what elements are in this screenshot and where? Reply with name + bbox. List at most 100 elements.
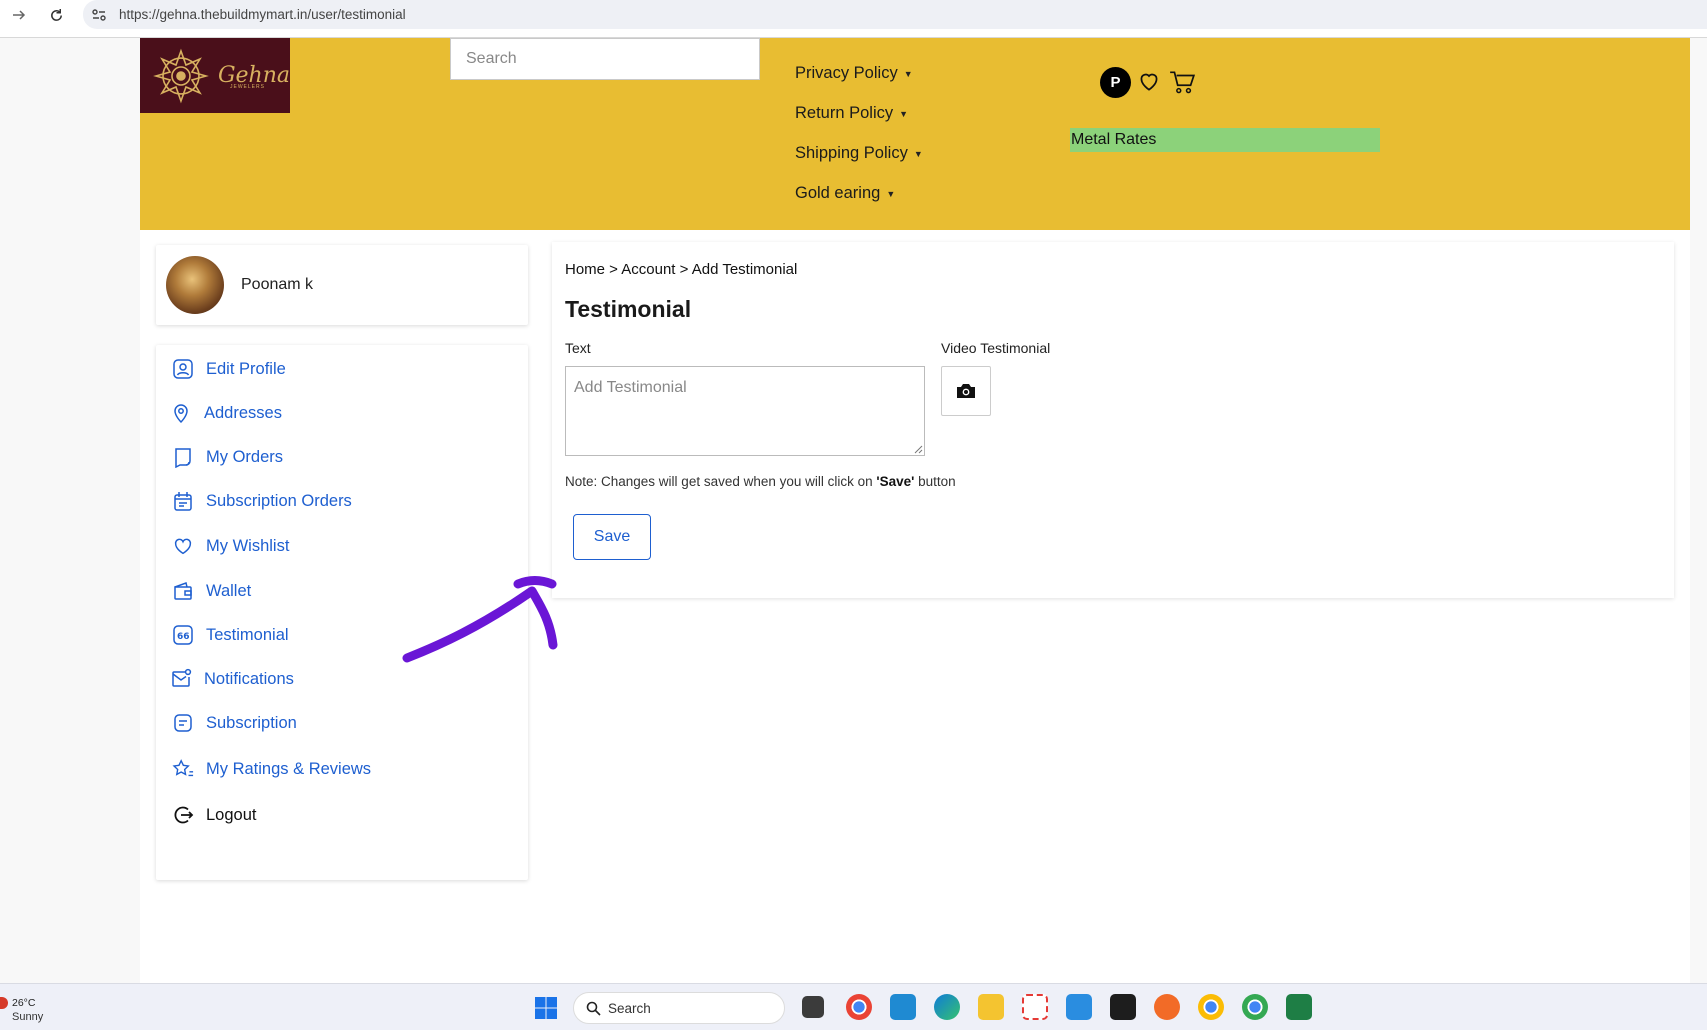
note-suffix: button — [914, 474, 956, 489]
svg-text:66: 66 — [177, 632, 190, 642]
quote-icon: 66 — [172, 624, 194, 646]
video-upload-button[interactable] — [941, 366, 991, 416]
sidebar-item-logout[interactable]: Logout — [172, 804, 256, 826]
wishlist-heart-icon[interactable] — [1136, 68, 1164, 96]
notepad-icon[interactable] — [1066, 994, 1092, 1020]
caret-down-icon: ▼ — [886, 188, 896, 199]
site-header — [140, 38, 1690, 230]
chrome-icon-3[interactable] — [1242, 994, 1268, 1020]
testimonial-textarea[interactable] — [565, 366, 925, 456]
weather-widget[interactable]: 26°C Sunny — [0, 992, 60, 1024]
arrow-annotation — [402, 576, 558, 663]
sidebar-item-addresses[interactable]: Addresses — [170, 402, 282, 424]
menu-gold-earing[interactable]: Gold earing ▼ — [795, 184, 895, 203]
page-margin-left — [0, 38, 140, 983]
excel-icon[interactable] — [1286, 994, 1312, 1020]
sidebar-item-label: Addresses — [204, 403, 282, 422]
page-title: Testimonial — [565, 296, 692, 322]
note-prefix: Note: Changes will get saved when you wi… — [565, 474, 877, 489]
task-view-icon[interactable] — [802, 996, 824, 1018]
cart-icon[interactable] — [1168, 68, 1196, 96]
menu-return-policy[interactable]: Return Policy ▼ — [795, 104, 908, 123]
chrome-icon-2[interactable] — [1198, 994, 1224, 1020]
vscode-icon[interactable] — [890, 994, 916, 1020]
save-button[interactable]: Save — [573, 514, 651, 560]
camera-icon — [957, 384, 975, 398]
metal-rates-link[interactable]: Metal Rates — [1070, 128, 1380, 152]
sidebar-item-label: Notifications — [204, 669, 294, 688]
sidebar-item-label: Edit Profile — [206, 359, 286, 378]
windows-start-icon[interactable] — [534, 996, 558, 1020]
header-search[interactable] — [450, 38, 760, 80]
sidebar-item-label: Subscription — [206, 713, 297, 732]
user-avatar[interactable]: P — [1100, 67, 1131, 98]
logo-subtext: JEWELERS — [230, 84, 265, 90]
weather-alert-badge — [0, 997, 8, 1009]
file-explorer-icon[interactable] — [978, 994, 1004, 1020]
user-icon — [172, 358, 194, 380]
sidebar-item-my-orders[interactable]: My Orders — [172, 446, 283, 468]
calendar-icon — [172, 490, 194, 512]
breadcrumb[interactable]: Home > Account > Add Testimonial — [565, 261, 797, 278]
heart-icon — [172, 535, 194, 557]
profile-card: Poonam k — [156, 245, 528, 325]
text-field-label: Text — [565, 340, 591, 356]
caret-down-icon: ▼ — [903, 68, 913, 79]
weather-temperature: 26°C — [12, 997, 36, 1009]
save-note: Note: Changes will get saved when you wi… — [565, 474, 956, 489]
sidebar-item-my-wishlist[interactable]: My Wishlist — [172, 535, 289, 557]
caret-down-icon: ▼ — [899, 108, 909, 119]
caret-down-icon: ▼ — [913, 148, 923, 159]
menu-privacy-policy[interactable]: Privacy Policy ▼ — [795, 64, 913, 83]
app-cube-icon[interactable] — [1110, 994, 1136, 1020]
search-icon — [586, 1001, 601, 1016]
sidebar-item-edit-profile[interactable]: Edit Profile — [172, 358, 286, 380]
sidebar-item-label: Wallet — [206, 581, 252, 600]
menu-label: Privacy Policy — [795, 64, 898, 82]
page-margin-right — [1690, 38, 1707, 983]
location-pin-icon — [170, 402, 192, 424]
browser-toolbar: https://gehna.thebuildmymart.in/user/tes… — [0, 0, 1707, 29]
profile-avatar — [166, 256, 224, 314]
resize-grip-icon[interactable] — [914, 445, 923, 454]
menu-shipping-policy[interactable]: Shipping Policy ▼ — [795, 144, 923, 163]
taskbar-search-label: Search — [608, 1001, 651, 1016]
sidebar-item-testimonial[interactable]: 66 Testimonial — [172, 624, 289, 646]
subscription-icon — [172, 712, 194, 734]
sidebar-item-label: My Orders — [206, 447, 284, 466]
sidebar-item-label: Testimonial — [206, 625, 289, 644]
search-input[interactable] — [451, 39, 759, 79]
taskbar-search[interactable]: Search — [573, 992, 785, 1024]
profile-name: Poonam k — [241, 276, 314, 293]
sidebar-item-subscription-orders[interactable]: Subscription Orders — [172, 490, 352, 512]
logout-icon — [172, 804, 194, 826]
forward-icon[interactable] — [8, 4, 30, 26]
sidebar-item-my-ratings-reviews[interactable]: My Ratings & Reviews — [172, 758, 371, 780]
sidebar-item-label: My Ratings & Reviews — [206, 759, 372, 778]
reload-icon[interactable] — [45, 4, 67, 26]
chrome-icon[interactable] — [846, 994, 872, 1020]
site-logo[interactable]: Gehna — [140, 38, 290, 113]
site-settings-icon[interactable] — [90, 6, 108, 24]
weather-condition: Sunny — [12, 1011, 44, 1023]
star-list-icon — [172, 758, 194, 780]
postman-icon[interactable] — [1154, 994, 1180, 1020]
video-field-label: Video Testimonial — [941, 340, 1051, 356]
snipping-tool-icon[interactable] — [1022, 994, 1048, 1020]
menu-label: Return Policy — [795, 104, 894, 122]
sidebar-item-subscription[interactable]: Subscription — [172, 712, 297, 734]
sidebar-item-wallet[interactable]: Wallet — [172, 580, 251, 602]
note-bold: 'Save' — [876, 474, 915, 489]
receipt-icon — [172, 446, 194, 468]
edge-icon[interactable] — [934, 994, 960, 1020]
menu-label: Shipping Policy — [795, 144, 908, 162]
wallet-icon — [172, 580, 194, 602]
menu-label: Gold earing — [795, 184, 881, 202]
sidebar-item-label: My Wishlist — [206, 536, 290, 555]
url-text[interactable]: https://gehna.thebuildmymart.in/user/tes… — [119, 7, 406, 22]
logo-mandala-icon — [153, 48, 209, 103]
windows-taskbar: 26°C Sunny Search — [0, 983, 1707, 1030]
sidebar-item-label: Logout — [206, 805, 257, 824]
mail-notification-icon — [170, 668, 192, 690]
sidebar-item-notifications[interactable]: Notifications — [170, 668, 294, 690]
